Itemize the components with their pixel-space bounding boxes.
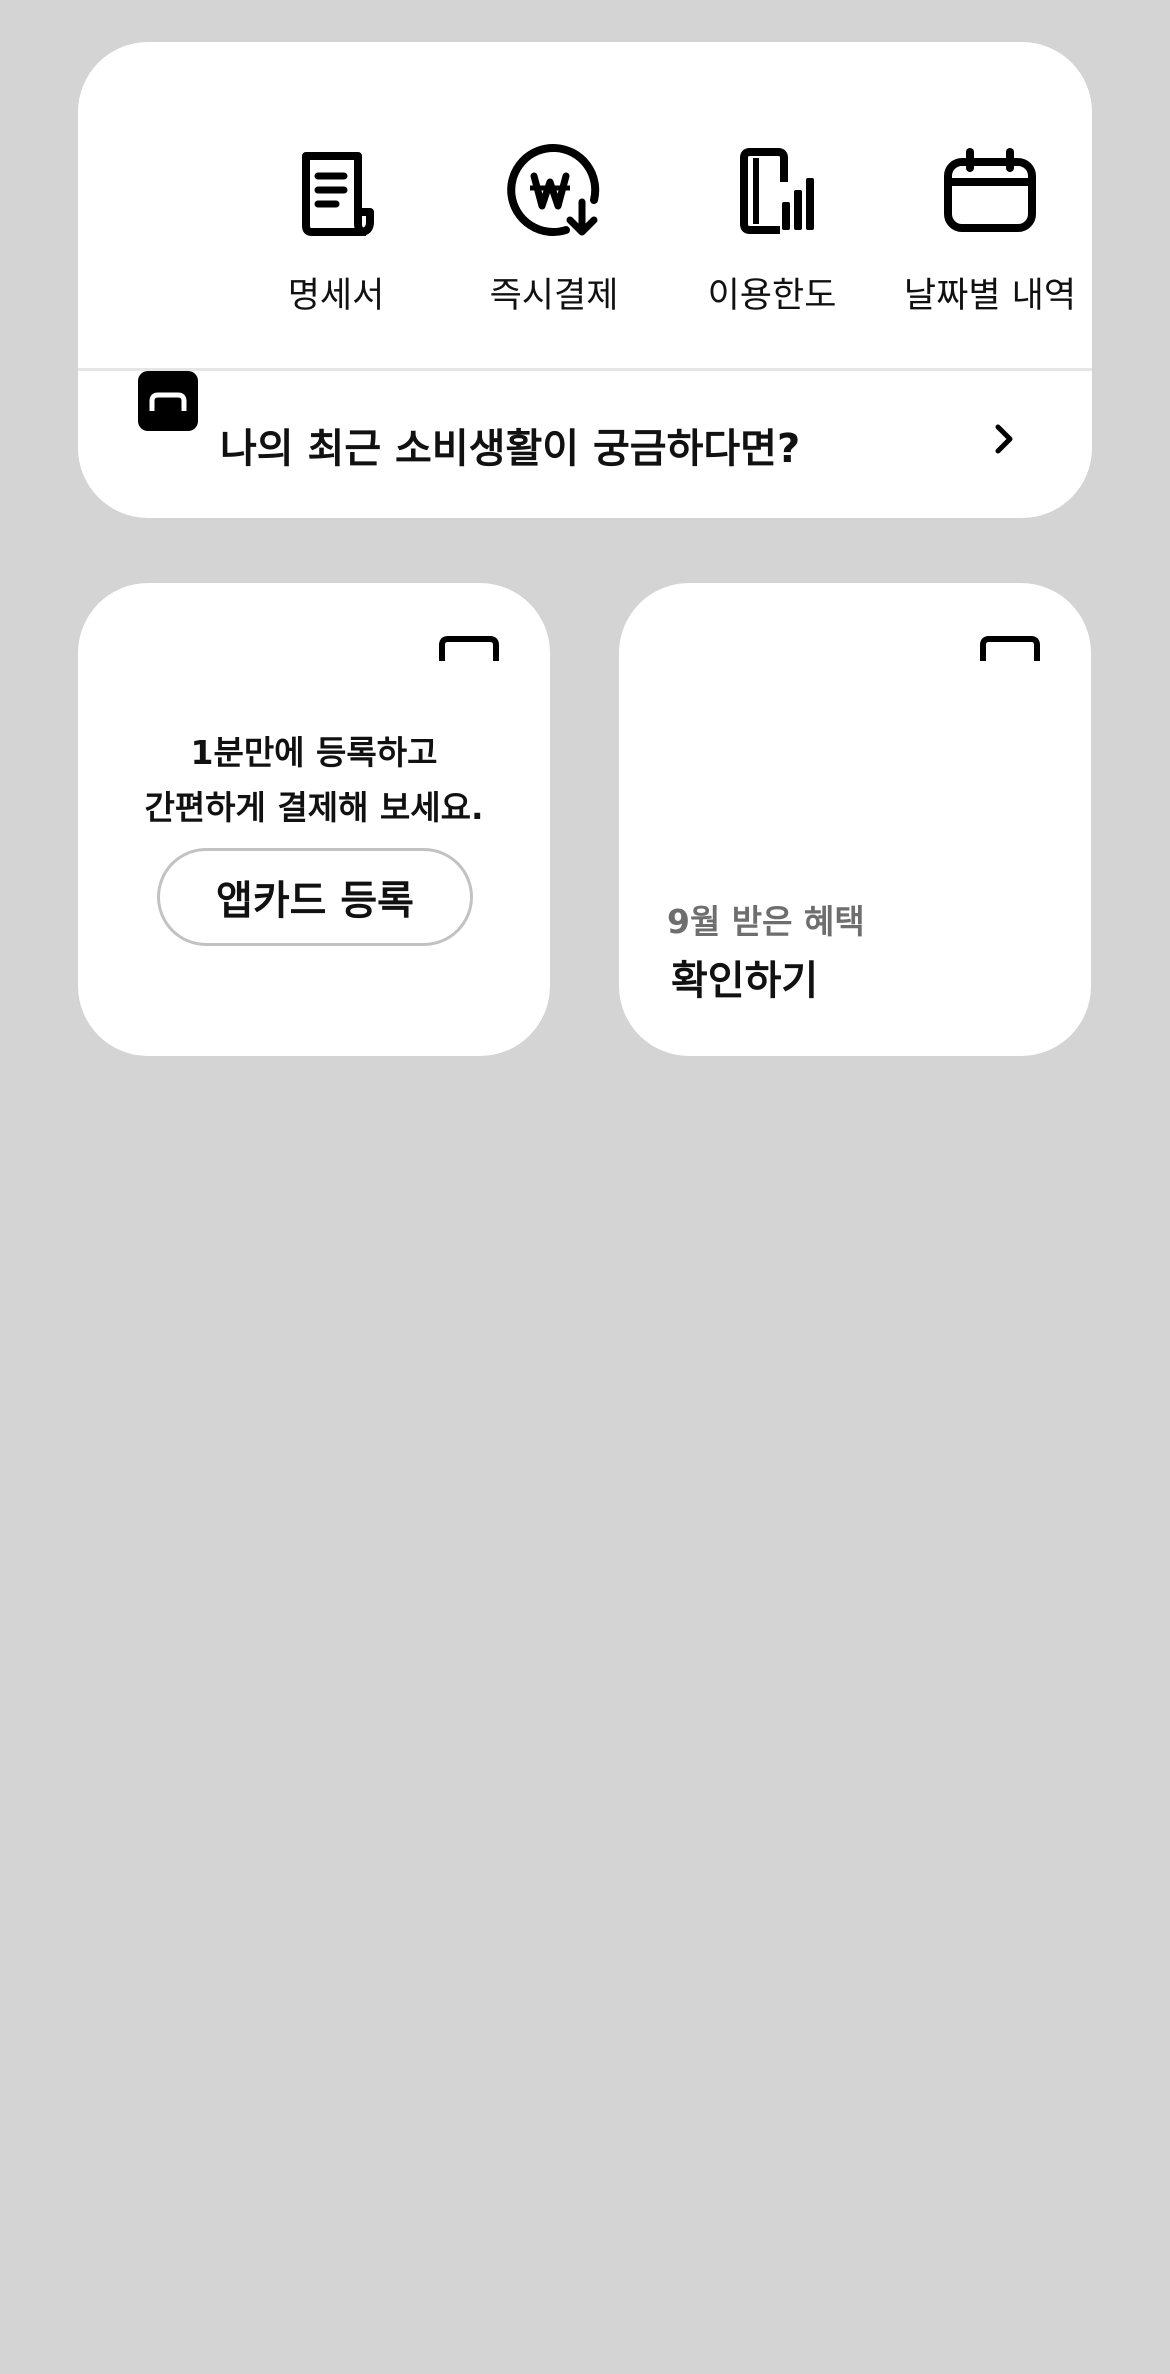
card-limit-chart-icon [717, 137, 827, 247]
banner-text: 나의 최근 소비생활이 궁금하다면? [220, 426, 801, 472]
quick-item-label: 명세서 [287, 276, 385, 316]
quick-menu-card: 명세서 즉시결제 이용한도 날짜별 내역 나의 최근 소비생활이 궁금하다면? [78, 42, 1092, 518]
card-brand-icon [438, 635, 500, 661]
register-app-card-button[interactable]: 앱카드 등록 [157, 848, 473, 946]
benefit-title: 확인하기 [671, 958, 819, 1004]
quick-item-statement[interactable]: 명세서 [226, 137, 446, 357]
register-line1: 1분만에 등록하고 [190, 733, 438, 772]
won-instant-pay-icon [499, 137, 609, 247]
card-brand-icon [138, 371, 198, 431]
benefit-subtitle: 9월 받은 혜택 [667, 902, 865, 941]
app-card-register-card: 1분만에 등록하고 간편하게 결제해 보세요. 앱카드 등록 [78, 583, 550, 1056]
quick-menu-row: 명세서 즉시결제 이용한도 날짜별 내역 [78, 42, 1092, 370]
quick-item-daily-history[interactable]: 날짜별 내역 [880, 137, 1092, 357]
quick-item-label: 즉시결제 [489, 276, 619, 316]
register-line2: 간편하게 결제해 보세요. [144, 788, 484, 827]
card-brand-icon [979, 635, 1041, 661]
chevron-right-icon [986, 421, 1022, 457]
quick-item-card-limit[interactable]: 이용한도 [662, 137, 882, 357]
calendar-icon [935, 137, 1045, 247]
benefit-card[interactable]: 9월 받은 혜택 확인하기 [619, 583, 1091, 1056]
quick-item-label: 날짜별 내역 [903, 276, 1077, 316]
register-description: 1분만에 등록하고 간편하게 결제해 보세요. [78, 725, 550, 835]
spending-insight-banner[interactable]: 나의 최근 소비생활이 궁금하다면? [78, 371, 1092, 518]
statement-receipt-icon [281, 137, 391, 247]
quick-item-label: 이용한도 [707, 276, 837, 316]
quick-item-instant-pay[interactable]: 즉시결제 [444, 137, 664, 357]
